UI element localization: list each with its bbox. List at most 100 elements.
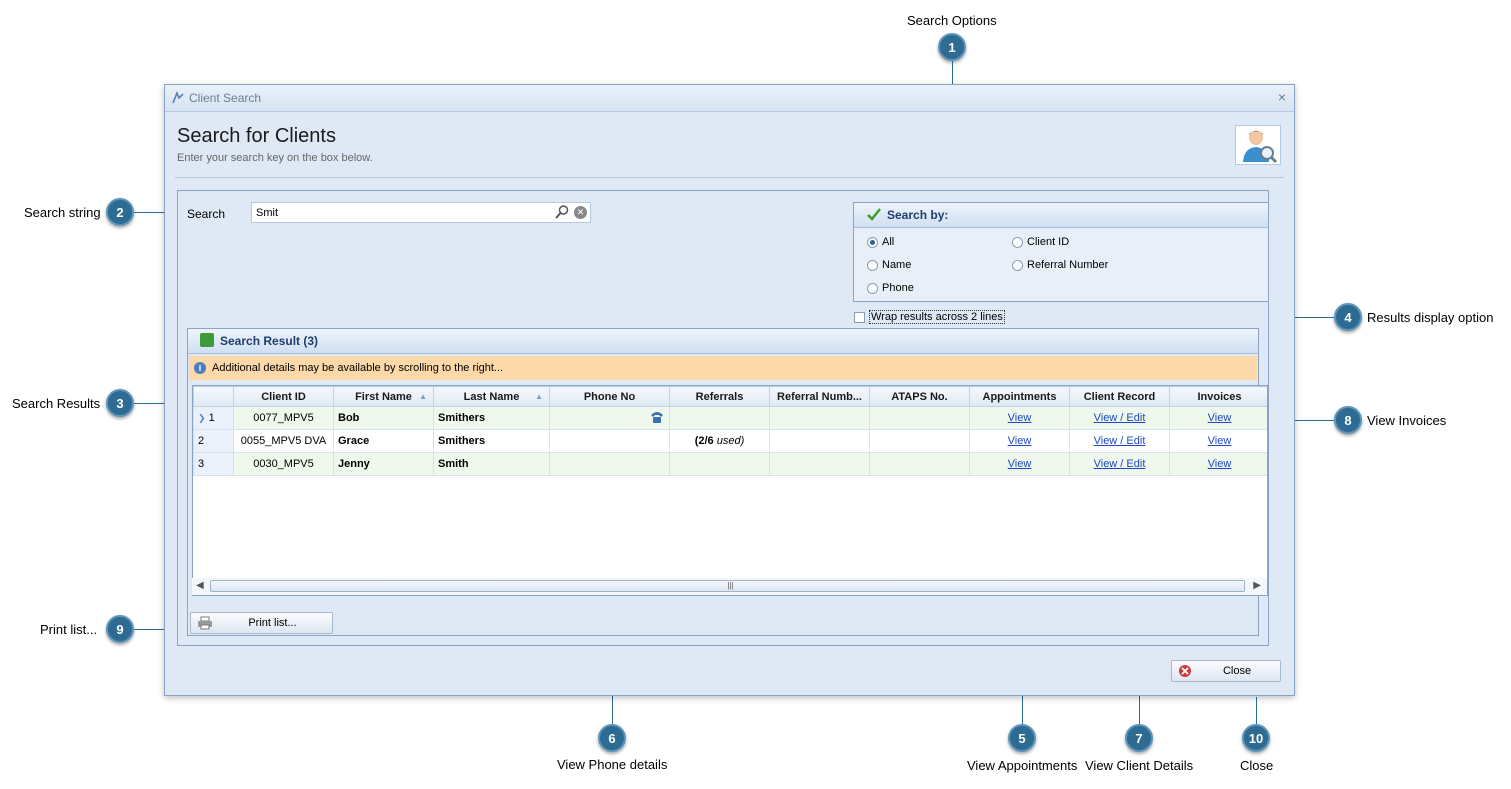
clear-icon[interactable]: ✕ (574, 206, 587, 219)
checkmark-icon (866, 206, 882, 222)
radio-all[interactable]: All (867, 236, 894, 248)
cell-client-id: 0030_MPV5 (233, 452, 334, 476)
callout-badge-6: 6 (598, 724, 626, 752)
radio-label: Phone (882, 282, 914, 294)
sort-up-icon: ▲ (419, 392, 427, 401)
column-header-referral-number[interactable]: Referral Numb... (769, 386, 870, 407)
cell-client-id: 0055_MPV5 DVA (233, 429, 334, 453)
callout-badge-9: 9 (106, 615, 134, 643)
info-bar: i Additional details may be available by… (189, 356, 1257, 380)
view-appointments-link[interactable]: View (1008, 412, 1032, 424)
column-header-last-name[interactable]: Last Name ▲ (433, 386, 550, 407)
table-header-row: Client ID First Name ▲ Last Name ▲ Phone N… (193, 386, 1267, 407)
callout-label-search-results: Search Results (12, 396, 101, 411)
row-indicator-icon: ❯ (198, 413, 206, 423)
table-row[interactable]: 3 0030_MPV5 Jenny Smith View View / Edit… (193, 452, 1267, 476)
cell-ataps (869, 406, 970, 430)
column-header-client-record[interactable]: Client Record (1069, 386, 1170, 407)
callout-line-9 (134, 629, 164, 630)
column-header-referrals[interactable]: Referrals (669, 386, 770, 407)
view-appointments-link[interactable]: View (1008, 458, 1032, 470)
column-header-invoices[interactable]: Invoices (1169, 386, 1267, 407)
row-number: ❯ 1 (193, 406, 234, 430)
callout-label-view-appointments: View Appointments (967, 758, 1078, 773)
cell-phone (549, 452, 670, 476)
cell-ataps (869, 429, 970, 453)
table-row[interactable]: ❯ 1 0077_MPV5 Bob Smithers View View / E… (193, 406, 1267, 430)
cell-first-name: Bob (333, 406, 434, 430)
radio-referral-number[interactable]: Referral Number (1012, 259, 1108, 271)
column-header-phone-no[interactable]: Phone No (549, 386, 670, 407)
close-label: Close (1222, 665, 1252, 677)
callout-badge-3: 3 (106, 389, 134, 417)
scroll-left-icon[interactable]: ◀ (196, 580, 204, 591)
radio-dot (867, 259, 878, 271)
radio-client-id[interactable]: Client ID (1012, 236, 1069, 248)
cell-invoices: View (1169, 429, 1267, 453)
view-appointments-link[interactable]: View (1008, 435, 1032, 447)
column-header-client-id[interactable]: Client ID (233, 386, 334, 407)
search-by-header: Search by: (854, 203, 1268, 228)
results-hscrollbar[interactable]: ◀ ||| ▶ (192, 578, 1267, 595)
column-header-first-name[interactable]: First Name ▲ (333, 386, 434, 407)
wrap-results-option[interactable]: Wrap results across 2 lines (854, 310, 1005, 324)
callout-label-view-invoices: View Invoices (1367, 413, 1447, 428)
view-invoices-link[interactable]: View (1208, 458, 1232, 470)
cell-client-id: 0077_MPV5 (233, 406, 334, 430)
callout-label-results-display: Results display option (1367, 310, 1494, 325)
wrap-results-checkbox[interactable] (854, 311, 865, 323)
callout-badge-4: 4 (1334, 303, 1362, 331)
search-box[interactable]: ✕ (251, 202, 591, 223)
row-number-value: 1 (208, 412, 215, 424)
cell-client-record: View / Edit (1069, 452, 1170, 476)
column-header-appointments[interactable]: Appointments (969, 386, 1070, 407)
results-table: Client ID First Name ▲ Last Name ▲ Phone N… (193, 386, 1267, 476)
close-button[interactable]: Close (1171, 660, 1281, 682)
column-header-row-number (193, 386, 234, 407)
search-input[interactable] (256, 204, 546, 221)
radio-name[interactable]: Name (867, 259, 911, 271)
phone-icon[interactable] (649, 411, 665, 427)
cell-invoices: View (1169, 406, 1267, 430)
scrollbar-thumb[interactable]: ||| (210, 580, 1245, 592)
referrals-count: (2/6 (694, 435, 714, 447)
callout-line-2 (134, 212, 164, 213)
table-row[interactable]: 2 0055_MPV5 DVA Grace Smithers (2/6 used… (193, 429, 1267, 453)
cell-last-name: Smith (433, 452, 550, 476)
cell-first-name: Grace (333, 429, 434, 453)
search-by-title: Search by: (887, 208, 949, 222)
print-list-button[interactable]: Print list... (190, 612, 333, 634)
radio-label: All (882, 236, 895, 248)
cell-last-name: Smithers (433, 429, 550, 453)
callout-badge-7: 7 (1125, 724, 1153, 752)
search-results-icon (200, 333, 214, 347)
view-edit-client-link[interactable]: View / Edit (1094, 458, 1146, 470)
cell-appointments: View (969, 429, 1070, 453)
callout-label-search-options: Search Options (907, 13, 997, 28)
callout-label-search-string: Search string (24, 205, 101, 220)
scroll-right-icon[interactable]: ▶ (1253, 580, 1261, 591)
search-icon[interactable] (554, 204, 570, 220)
printer-icon (197, 616, 213, 630)
radio-label: Client ID (1027, 236, 1070, 248)
callout-badge-10: 10 (1242, 724, 1270, 752)
view-edit-client-link[interactable]: View / Edit (1094, 412, 1146, 424)
cell-phone (549, 406, 670, 430)
radio-phone[interactable]: Phone (867, 282, 914, 294)
radio-dot (867, 282, 878, 294)
cell-referral-number (769, 429, 870, 453)
sort-up-icon: ▲ (535, 392, 543, 401)
info-icon: i (194, 362, 206, 374)
view-invoices-link[interactable]: View (1208, 435, 1232, 447)
callout-line-3 (134, 403, 164, 404)
cell-appointments: View (969, 452, 1070, 476)
cell-appointments: View (969, 406, 1070, 430)
column-header-ataps[interactable]: ATAPS No. (869, 386, 970, 407)
callout-line-10 (1256, 697, 1257, 724)
view-invoices-link[interactable]: View (1208, 412, 1232, 424)
view-edit-client-link[interactable]: View / Edit (1094, 435, 1146, 447)
callout-badge-8: 8 (1334, 406, 1362, 434)
radio-label: Name (882, 259, 912, 271)
callout-label-view-client: View Client Details (1085, 758, 1194, 773)
row-number: 2 (193, 429, 234, 453)
